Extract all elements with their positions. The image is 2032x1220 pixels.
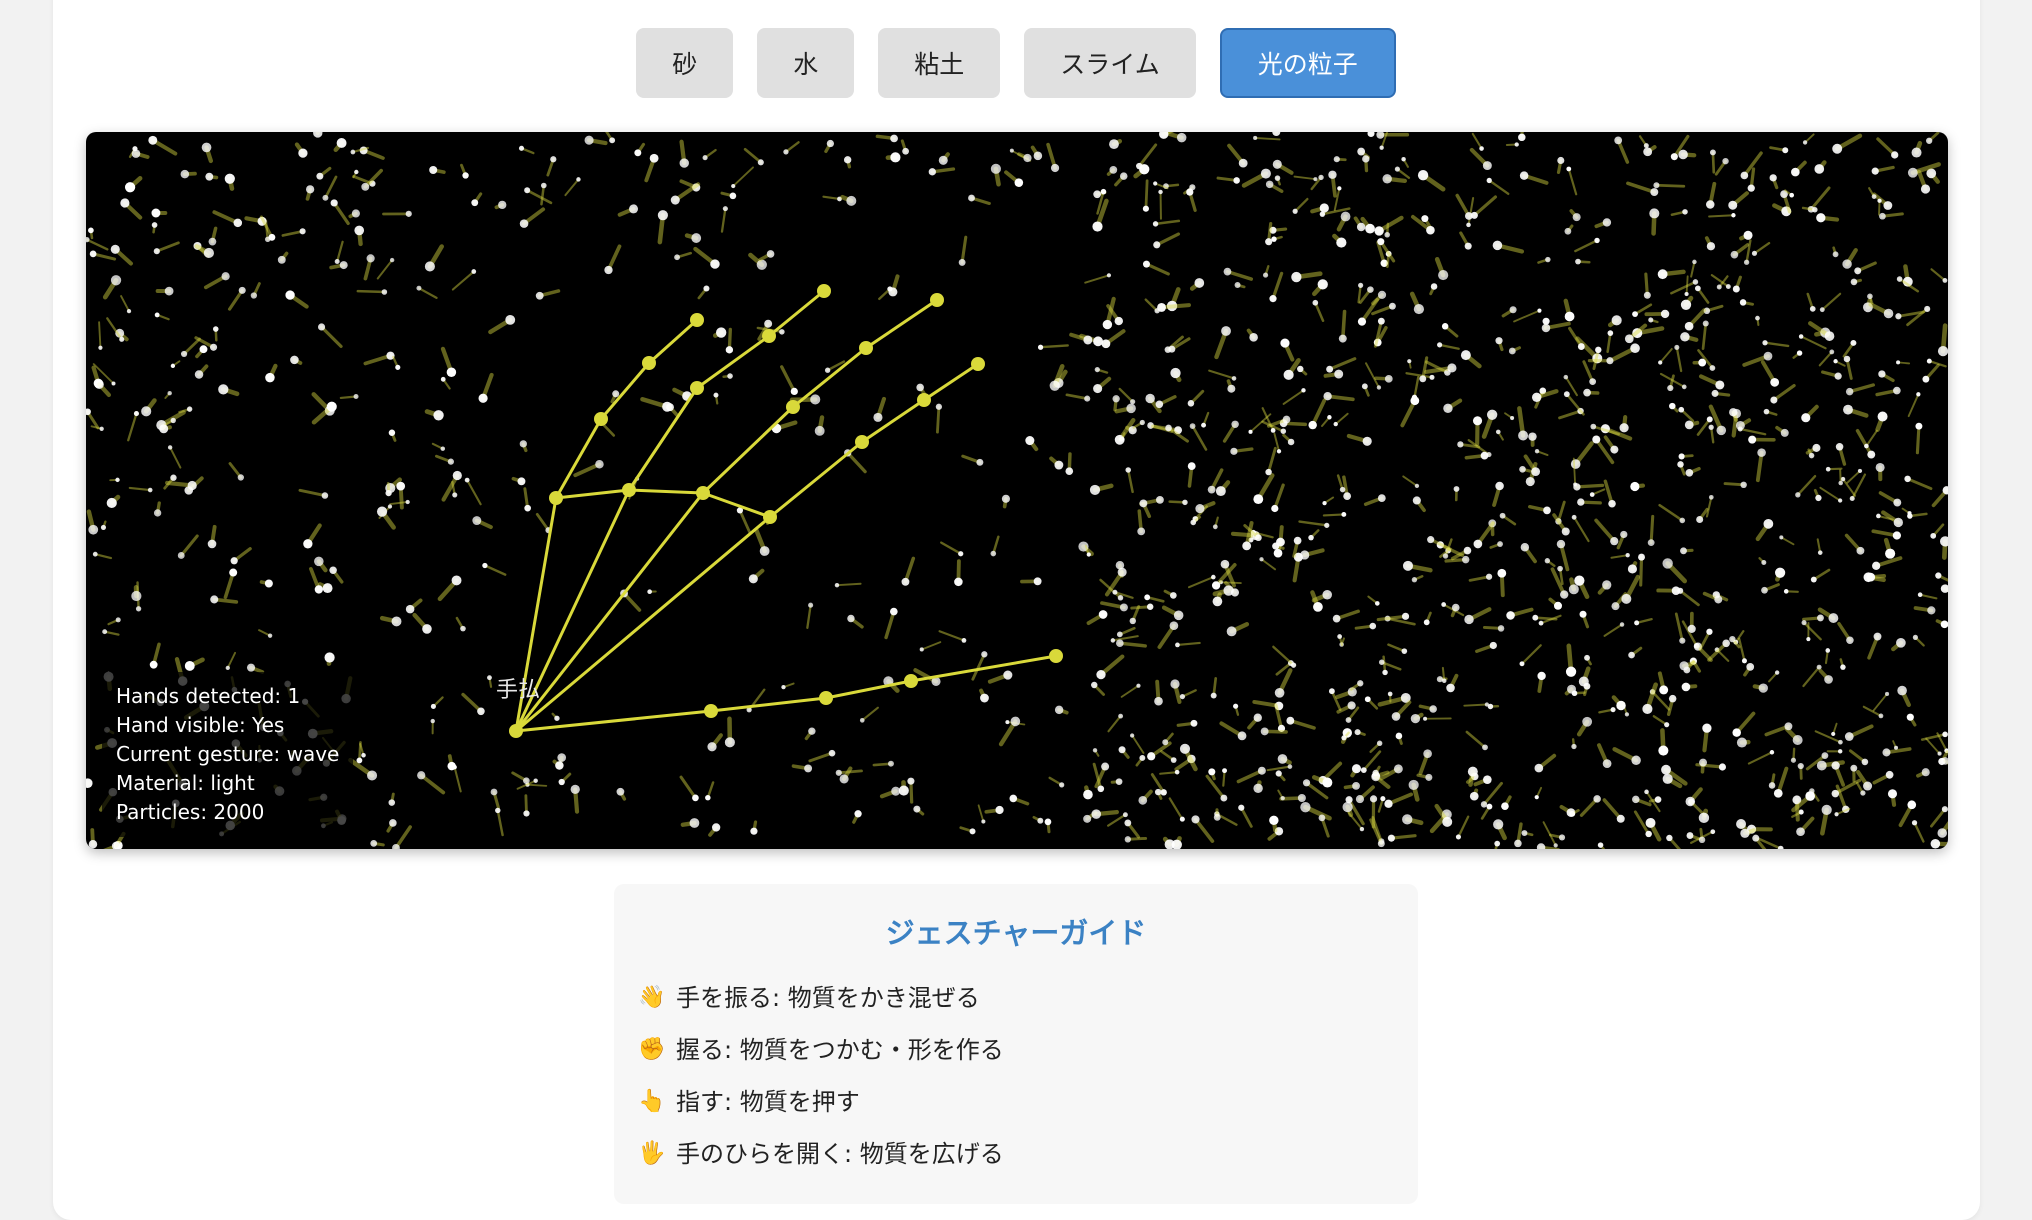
gesture-guide-title: ジェスチャーガイド xyxy=(614,884,1418,952)
hand-bone xyxy=(862,400,924,442)
material-button-water[interactable]: 水 xyxy=(757,28,854,98)
hand-joint xyxy=(917,393,931,407)
hand-joint xyxy=(786,400,800,414)
gesture-list: 👋 手を振る: 物質をかき混ぜる ✊ 握る: 物質をつかむ・形を作る 👆 指す:… xyxy=(614,972,1418,1180)
hand-joint xyxy=(819,691,833,705)
material-toolbar: 砂 水 粘土 スライム 光の粒子 xyxy=(0,28,2032,98)
waving-hand-icon: 👋 xyxy=(638,980,666,1016)
hand-bone xyxy=(697,336,769,388)
material-button-slime[interactable]: スライム xyxy=(1024,28,1196,98)
hand-joint xyxy=(971,357,985,371)
hand-joint xyxy=(859,341,873,355)
particles-text: Particles: 2000 xyxy=(116,798,339,827)
hand-bone xyxy=(703,493,770,517)
hand-bone xyxy=(516,517,770,731)
hand-joint xyxy=(622,483,636,497)
particle-field: 手払 xyxy=(86,132,1948,849)
gesture-item-text: 手を振る: 物質をかき混ぜる xyxy=(676,980,980,1016)
hand-joint xyxy=(704,704,718,718)
hand-joint xyxy=(817,284,831,298)
hand-joint xyxy=(855,435,869,449)
hand-bone xyxy=(769,291,824,336)
material-text: Material: light xyxy=(116,769,339,798)
hand-skeleton xyxy=(509,284,1063,738)
hand-joint xyxy=(642,356,656,370)
hand-bone xyxy=(516,711,711,731)
gesture-guide: ジェスチャーガイド 👋 手を振る: 物質をかき混ぜる ✊ 握る: 物質をつかむ・… xyxy=(614,884,1418,1204)
hand-joint xyxy=(1049,649,1063,663)
hand-bone xyxy=(911,656,1056,681)
material-button-light[interactable]: 光の粒子 xyxy=(1220,28,1396,98)
current-gesture-text: Current gesture: wave xyxy=(116,740,339,769)
material-button-clay[interactable]: 粘土 xyxy=(878,28,1000,98)
hand-bone xyxy=(556,419,601,498)
hand-bone xyxy=(793,348,866,407)
fist-icon: ✊ xyxy=(638,1032,666,1068)
hand-bone xyxy=(711,698,826,711)
gesture-item-text: 握る: 物質をつかむ・形を作る xyxy=(676,1032,1004,1068)
material-button-sand[interactable]: 砂 xyxy=(636,28,733,98)
hands-detected-text: Hands detected: 1 xyxy=(116,682,339,711)
gesture-item-text: 指す: 物質を押す xyxy=(676,1084,860,1120)
hand-joint xyxy=(594,412,608,426)
hand-label: 手払 xyxy=(496,678,540,703)
hand-joint xyxy=(690,381,704,395)
open-palm-icon: 🖐 xyxy=(638,1136,666,1172)
hand-bone xyxy=(703,407,793,493)
hand-joint xyxy=(690,313,704,327)
hand-joint xyxy=(696,486,710,500)
hand-visible-text: Hand visible: Yes xyxy=(116,711,339,740)
particle-canvas[interactable]: 手払 Hands detected: 1 Hand visible: Yes C… xyxy=(86,132,1948,849)
gesture-item-wave: 👋 手を振る: 物質をかき混ぜる xyxy=(638,972,1418,1024)
hand-bone xyxy=(629,490,703,493)
hand-joint xyxy=(509,724,523,738)
gesture-item-point: 👆 指す: 物質を押す xyxy=(638,1076,1418,1128)
hand-bone xyxy=(601,363,649,419)
hand-bone xyxy=(770,442,862,517)
gesture-item-grab: ✊ 握る: 物質をつかむ・形を作る xyxy=(638,1024,1418,1076)
debug-info-panel: Hands detected: 1 Hand visible: Yes Curr… xyxy=(102,672,353,837)
hand-joint xyxy=(763,510,777,524)
hand-joint xyxy=(549,491,563,505)
hand-joint xyxy=(904,674,918,688)
pointing-hand-icon: 👆 xyxy=(638,1084,666,1120)
hand-joint xyxy=(762,329,776,343)
hand-joint xyxy=(930,293,944,307)
hand-bone xyxy=(866,300,937,348)
hand-bone xyxy=(556,490,629,498)
gesture-item-text: 手のひらを開く: 物質を広げる xyxy=(676,1136,1004,1172)
hand-bone xyxy=(924,364,978,400)
gesture-item-open-palm: 🖐 手のひらを開く: 物質を広げる xyxy=(638,1128,1418,1180)
hand-bone xyxy=(649,320,697,363)
